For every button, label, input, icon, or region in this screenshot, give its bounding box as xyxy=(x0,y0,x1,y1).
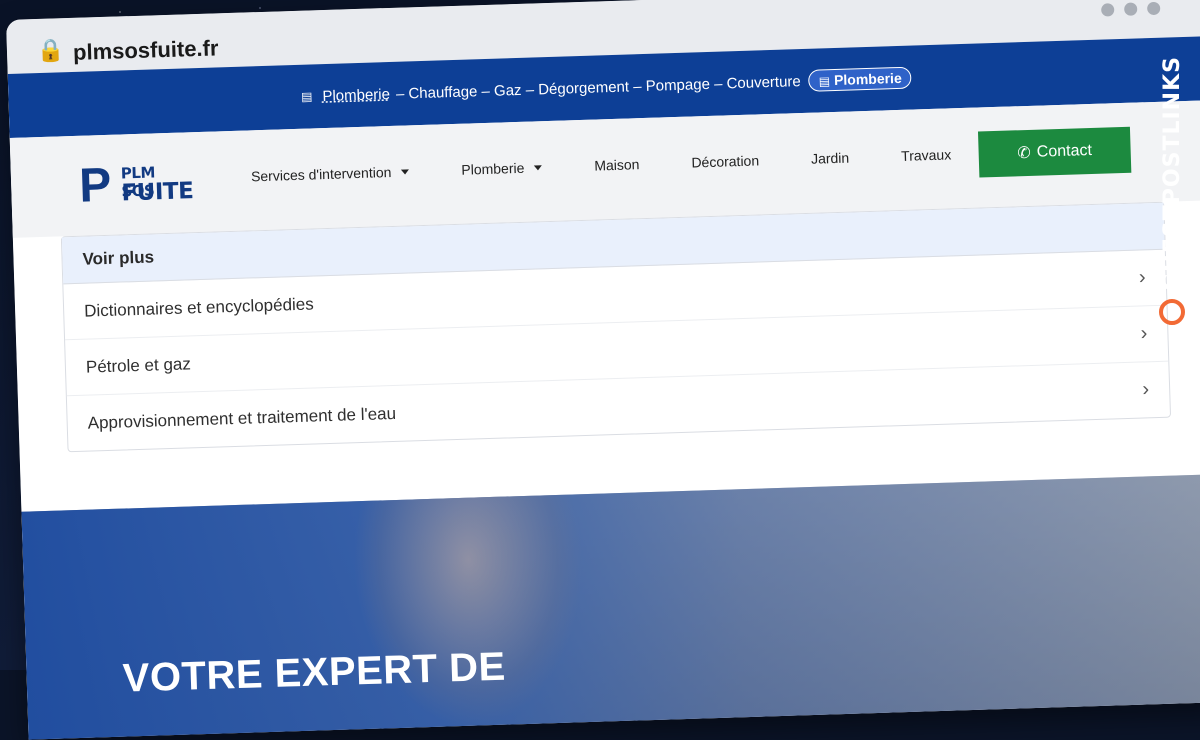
hero-photo xyxy=(350,484,589,732)
logo-line2: FUITE xyxy=(121,178,194,207)
chevron-right-icon: › xyxy=(1142,378,1150,401)
category-icon: ▤ xyxy=(300,89,313,104)
window-dot[interactable] xyxy=(1101,3,1115,17)
list-item-label: Pétrole et gaz xyxy=(85,353,192,377)
faucet-logo-icon: P xyxy=(78,158,113,213)
link-icon xyxy=(1159,299,1185,325)
menu-label: Plomberie xyxy=(461,159,525,178)
page-viewport: ▤ Plomberie – Chauffage – Gaz – Dégorgem… xyxy=(7,36,1200,740)
main-menu: Services d'intervention Plomberie Maison… xyxy=(250,146,978,185)
topbar-categories[interactable]: – Chauffage – Gaz – Dégorgement – Pompag… xyxy=(396,73,801,103)
see-more-panel: Voir plus Dictionnaires et encyclopédies… xyxy=(60,201,1172,453)
list-item-label: Dictionnaires et encyclopédies xyxy=(83,293,314,321)
menu-item-decoration[interactable]: Décoration xyxy=(665,152,785,172)
menu-label: Services d'intervention xyxy=(250,163,392,185)
side-watermark: GUESTPOSTLINKS xyxy=(1152,56,1192,356)
category-icon: ▤ xyxy=(818,74,831,89)
hero-banner: VOTRE EXPERT DE xyxy=(21,474,1200,740)
list-item-label: Approvisionnement et traitement de l'eau xyxy=(87,403,397,433)
caret-down-icon xyxy=(401,168,410,175)
site-logo[interactable]: P PLM SOS FUITE xyxy=(78,158,194,213)
window-dot[interactable] xyxy=(1124,2,1138,16)
watermark-text: GUESTPOSTLINKS xyxy=(1159,56,1185,291)
topbar-pill[interactable]: ▤ Plomberie xyxy=(808,66,913,92)
lock-icon: 🔒 xyxy=(36,37,65,64)
window-dot[interactable] xyxy=(1147,1,1161,16)
topbar-pill-label: Plomberie xyxy=(833,69,902,89)
menu-item-maison[interactable]: Maison xyxy=(568,155,666,174)
caret-down-icon xyxy=(534,164,543,170)
chevron-right-icon: › xyxy=(1138,266,1146,289)
chevron-right-icon: › xyxy=(1140,322,1148,345)
topbar-link-plomberie[interactable]: Plomberie xyxy=(322,85,390,104)
menu-item-services[interactable]: Services d'intervention xyxy=(250,163,436,185)
menu-item-travaux[interactable]: Travaux xyxy=(875,146,978,165)
browser-window: 🔒 plmsosfuite.fr ▤ Plomberie – Chauffage… xyxy=(6,0,1200,740)
window-controls xyxy=(1101,1,1161,17)
menu-item-plomberie[interactable]: Plomberie xyxy=(435,158,568,178)
contact-button[interactable]: ✆ Contact xyxy=(977,126,1132,178)
menu-item-jardin[interactable]: Jardin xyxy=(785,149,876,168)
contact-label: Contact xyxy=(1036,141,1093,161)
phone-icon: ✆ xyxy=(1017,144,1032,163)
address-bar-url[interactable]: plmsosfuite.fr xyxy=(73,35,219,66)
